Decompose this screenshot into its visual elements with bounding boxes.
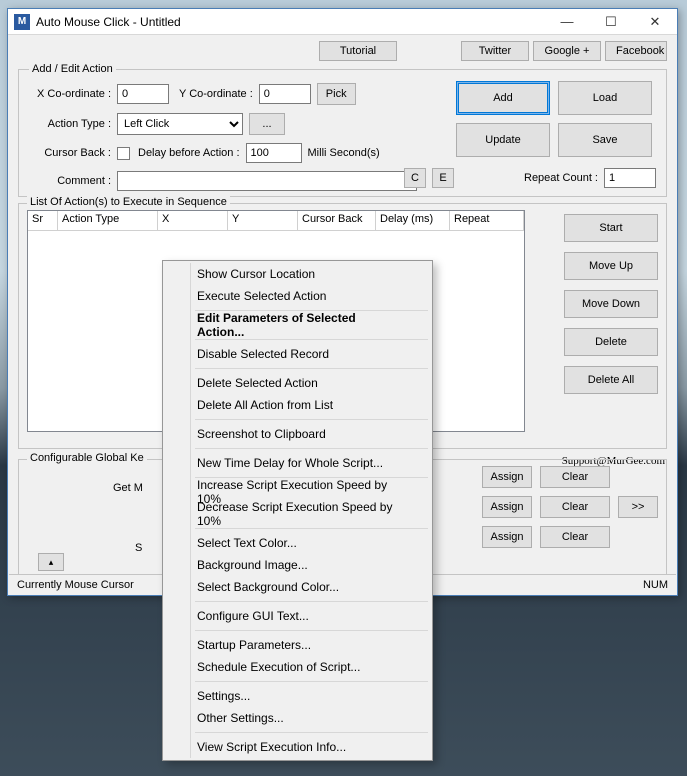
e-button[interactable]: E xyxy=(432,168,454,188)
minimize-button[interactable]: — xyxy=(545,9,589,35)
delete-button[interactable]: Delete xyxy=(564,328,658,356)
menu-disable-selected[interactable]: Disable Selected Record xyxy=(165,343,430,365)
action-list-legend: List Of Action(s) to Execute in Sequence xyxy=(27,196,230,208)
table-header: Sr Action Type X Y Cursor Back Delay (ms… xyxy=(28,211,524,231)
update-button[interactable]: Update xyxy=(456,123,550,157)
col-sr[interactable]: Sr xyxy=(28,211,58,231)
window-title: Auto Mouse Click - Untitled xyxy=(36,15,545,29)
move-up-button[interactable]: Move Up xyxy=(564,252,658,280)
menu-edit-parameters[interactable]: Edit Parameters of Selected Action... xyxy=(165,314,430,336)
assign-button-2[interactable]: Assign xyxy=(482,496,532,518)
app-icon: M xyxy=(14,14,30,30)
assign-button-3[interactable]: Assign xyxy=(482,526,532,548)
col-x[interactable]: X xyxy=(158,211,228,231)
status-text: Currently Mouse Cursor xyxy=(17,579,134,591)
delay-units: Milli Second(s) xyxy=(308,147,380,159)
clear-button-3[interactable]: Clear xyxy=(540,526,610,548)
menu-delete-all[interactable]: Delete All Action from List xyxy=(165,394,430,416)
xcoord-label: X Co-ordinate : xyxy=(29,88,111,100)
facebook-button[interactable]: Facebook xyxy=(605,41,667,61)
assign-button-1[interactable]: Assign xyxy=(482,466,532,488)
xcoord-input[interactable] xyxy=(117,84,169,104)
titlebar[interactable]: M Auto Mouse Click - Untitled — ☐ ✕ xyxy=(8,9,677,35)
delete-all-button[interactable]: Delete All xyxy=(564,366,658,394)
menu-settings[interactable]: Settings... xyxy=(165,685,430,707)
menu-execute-selected[interactable]: Execute Selected Action xyxy=(165,285,430,307)
gk-text-1: Get M xyxy=(113,482,143,494)
clear-button-1[interactable]: Clear xyxy=(540,466,610,488)
close-button[interactable]: ✕ xyxy=(633,9,677,35)
c-button[interactable]: C xyxy=(404,168,426,188)
comment-label: Comment : xyxy=(29,175,111,187)
menu-screenshot[interactable]: Screenshot to Clipboard xyxy=(165,423,430,445)
load-button[interactable]: Load xyxy=(558,81,652,115)
menu-delete-selected[interactable]: Delete Selected Action xyxy=(165,372,430,394)
add-edit-legend: Add / Edit Action xyxy=(29,63,116,75)
menu-decrease-speed[interactable]: Decrease Script Execution Speed by 10% xyxy=(165,503,430,525)
comment-input[interactable] xyxy=(117,171,417,191)
collapse-up-button[interactable]: ▴ xyxy=(38,553,64,571)
pick-button[interactable]: Pick xyxy=(317,83,356,105)
tutorial-button[interactable]: Tutorial xyxy=(319,41,397,61)
clear-button-2[interactable]: Clear xyxy=(540,496,610,518)
col-y[interactable]: Y xyxy=(228,211,298,231)
save-button[interactable]: Save xyxy=(558,123,652,157)
menu-bg-image[interactable]: Background Image... xyxy=(165,554,430,576)
ycoord-label: Y Co-ordinate : xyxy=(179,88,253,100)
add-button[interactable]: Add xyxy=(456,81,550,115)
menu-bg-color[interactable]: Select Background Color... xyxy=(165,576,430,598)
start-button[interactable]: Start xyxy=(564,214,658,242)
menu-startup[interactable]: Startup Parameters... xyxy=(165,634,430,656)
cursor-back-label: Cursor Back : xyxy=(29,147,111,159)
global-keys-legend: Configurable Global Ke xyxy=(27,452,147,464)
delay-input[interactable] xyxy=(246,143,302,163)
action-type-label: Action Type : xyxy=(29,118,111,130)
menu-other-settings[interactable]: Other Settings... xyxy=(165,707,430,729)
menu-schedule[interactable]: Schedule Execution of Script... xyxy=(165,656,430,678)
menu-text-color[interactable]: Select Text Color... xyxy=(165,532,430,554)
menu-show-cursor[interactable]: Show Cursor Location xyxy=(165,263,430,285)
repeat-label: Repeat Count : xyxy=(524,172,598,184)
twitter-button[interactable]: Twitter xyxy=(461,41,529,61)
move-down-button[interactable]: Move Down xyxy=(564,290,658,318)
action-type-select[interactable]: Left Click xyxy=(117,113,243,135)
col-cursor-back[interactable]: Cursor Back xyxy=(298,211,376,231)
ycoord-input[interactable] xyxy=(259,84,311,104)
menu-new-delay[interactable]: New Time Delay for Whole Script... xyxy=(165,452,430,474)
col-delay[interactable]: Delay (ms) xyxy=(376,211,450,231)
add-edit-fieldset: Add / Edit Action X Co-ordinate : Y Co-o… xyxy=(18,63,667,197)
maximize-button[interactable]: ☐ xyxy=(589,9,633,35)
col-action-type[interactable]: Action Type xyxy=(58,211,158,231)
delay-label: Delay before Action : xyxy=(138,147,240,159)
context-menu[interactable]: Show Cursor Location Execute Selected Ac… xyxy=(162,260,433,761)
gk-text-2: S xyxy=(135,542,142,554)
expand-button[interactable]: >> xyxy=(618,496,658,518)
repeat-input[interactable] xyxy=(604,168,656,188)
menu-gui-text[interactable]: Configure GUI Text... xyxy=(165,605,430,627)
action-type-more-button[interactable]: ... xyxy=(249,113,285,135)
menu-view-info[interactable]: View Script Execution Info... xyxy=(165,736,430,758)
cursor-back-checkbox[interactable] xyxy=(117,147,130,160)
numlock-indicator: NUM xyxy=(643,579,668,591)
googleplus-button[interactable]: Google + xyxy=(533,41,601,61)
col-repeat[interactable]: Repeat xyxy=(450,211,524,231)
